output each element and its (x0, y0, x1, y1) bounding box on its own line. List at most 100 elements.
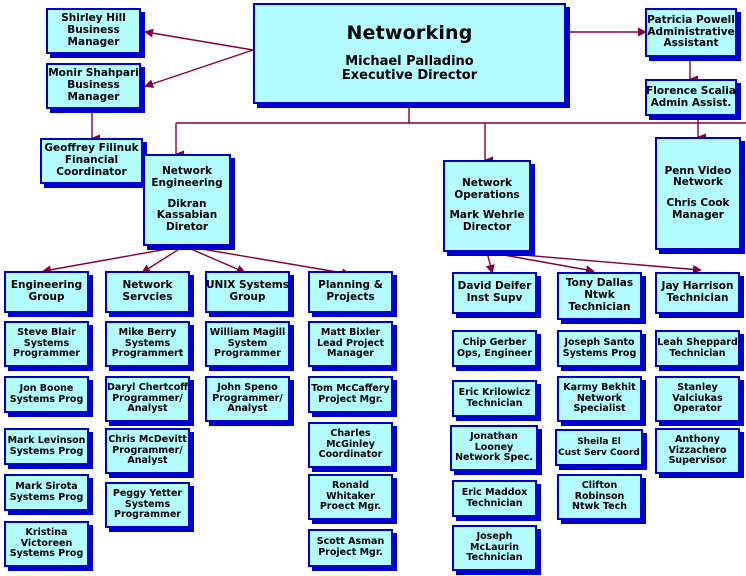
person-role-line1: Cust Serv Coord (558, 447, 640, 458)
node-network-operations[interactable]: Network Operations Mark Wehrle Director (443, 160, 531, 252)
person-name: Leah Sheppard (657, 336, 738, 348)
node-staff[interactable]: Mark Levinson Systems Prog (4, 428, 89, 465)
node-staff[interactable]: Mark Sirota Systems Prog (4, 474, 89, 511)
person-name: Jon Boone (19, 382, 74, 394)
node-monir-shahpari[interactable]: Monir Shahpari Business Manager (46, 63, 141, 109)
person-name: Eric Krilowicz (458, 386, 531, 398)
root-name: Michael Palladino (345, 53, 474, 69)
node-geoffrey-filinuk[interactable]: Geoffrey Filinuk Financial Coordinator (40, 138, 143, 184)
node-staff[interactable]: Kristina Victoreen Systems Prog (4, 521, 89, 567)
node-tony-dallas[interactable]: Tony Dallas Ntwk Technician (557, 272, 642, 320)
person-role-line2: Analyst (227, 403, 268, 415)
person-role-line2: Analyst (127, 455, 168, 467)
node-staff[interactable]: Stanley Valciukas Operator (655, 376, 740, 422)
root-role: Executive Director (341, 68, 478, 84)
person-role-line2: Manager (327, 348, 374, 360)
person-role-line1: Operator (673, 403, 722, 415)
node-david-deifer[interactable]: David Deifer Inst Supv (452, 272, 537, 314)
node-staff[interactable]: Mike Berry Systems Programmert (105, 321, 190, 367)
division-title-line2: Operations (454, 188, 520, 201)
node-staff[interactable]: Joseph McLaurin Technician (452, 525, 537, 571)
person-role-line1: Coordinator (318, 449, 383, 461)
node-staff[interactable]: Tom McCaffery Project Mgr. (308, 376, 393, 413)
person-role-line1: Admin Assist. (650, 96, 732, 109)
person-role-line2: Assistant (663, 37, 719, 50)
person-role-line2: Analyst (127, 403, 168, 415)
node-staff[interactable]: Clifton Robinson Ntwk Tech (557, 474, 642, 520)
node-jay-harrison[interactable]: Jay Harrison Technician (655, 272, 740, 314)
node-staff[interactable]: Jonathan Looney Network Spec. (450, 425, 538, 471)
person-role-line1: Systems Prog (562, 347, 637, 359)
division-lead-role: Director (462, 221, 512, 234)
person-role-line2: Coordinator (56, 165, 127, 178)
node-staff[interactable]: Eric Maddox Technician (452, 480, 537, 517)
person-role-line2: Specialist (573, 403, 626, 415)
group-label-line2: Projects (326, 291, 375, 303)
node-staff[interactable]: Anthony Vizzachero Supervisor (655, 428, 740, 474)
person-name: Tom McCaffery (311, 382, 390, 394)
person-name: Sheila El (577, 437, 621, 448)
division-lead-name: Chris Cook (666, 196, 730, 209)
node-staff[interactable]: Joseph Santo Systems Prog (557, 330, 642, 367)
node-group-network-servcies[interactable]: Network Servcies (105, 271, 190, 313)
group-label-line2: Group (28, 291, 65, 303)
node-staff[interactable]: Daryl Chertcoff Programmer/ Analyst (105, 376, 190, 422)
node-network-engineering[interactable]: Network Engineering Dikran Kassabian Dir… (143, 154, 231, 246)
person-name: Joseph Santo (564, 336, 635, 348)
person-role-line1: Technician (669, 347, 726, 359)
node-staff[interactable]: Charles McGinley Coordinator (308, 422, 393, 468)
person-role-line2: Manager (67, 35, 120, 48)
division-lead-role: Manager (672, 208, 724, 221)
division-title-line2: Network (672, 176, 723, 189)
group-label-line2: Servcies (122, 291, 173, 303)
person-role-line2: Programmer (114, 509, 181, 521)
person-name: Mark Sirota (15, 480, 78, 492)
root-title: Networking (346, 22, 473, 45)
node-shirley-hill[interactable]: Shirley Hill Business Manager (46, 8, 141, 54)
person-role-line1: Project Mgr. (318, 547, 383, 558)
person-role-line2: Programmer (214, 348, 281, 360)
node-staff[interactable]: Karmy Bekhit Network Specialist (557, 376, 642, 422)
division-lead-role: Diretor (165, 221, 209, 234)
division-title-line2: Engineering (151, 176, 223, 189)
node-group-planning-projects[interactable]: Planning & Projects (308, 271, 393, 313)
person-name: Mark Levinson (7, 434, 86, 446)
person-name: Patricia Powell (647, 13, 735, 26)
person-role-line1: Supervisor (668, 455, 727, 467)
node-staff[interactable]: Eric Krilowicz Technician (452, 380, 537, 417)
node-staff[interactable]: Chip Gerber Ops, Engineer (452, 330, 537, 367)
node-staff[interactable]: John Speno Programmer/ Analyst (205, 376, 290, 422)
node-group-unix-systems-group[interactable]: UNIX Systems Group (205, 271, 290, 313)
node-staff[interactable]: Leah Sheppard Technician (655, 330, 740, 367)
person-role-line1: Systems Prog (9, 491, 84, 503)
node-patricia-powell[interactable]: Patricia Powell Administrative Assistant (645, 8, 737, 57)
node-staff[interactable]: William Magill System Programmer (205, 321, 290, 367)
node-group-engineering-group[interactable]: Engineering Group (4, 271, 89, 313)
person-role-line1: Ntwk Tech (572, 501, 627, 513)
node-staff[interactable]: Ronald Whitaker Proect Mgr. (308, 474, 393, 520)
person-role-line1: Systems Prog (9, 548, 84, 560)
node-staff[interactable]: Chris McDevitt Programmer/ Analyst (105, 428, 190, 474)
node-staff[interactable]: Jon Boone Systems Prog (4, 376, 89, 413)
group-label-line2: Group (229, 291, 266, 303)
node-staff[interactable]: Steve Blair Systems Programmer (4, 321, 89, 367)
node-root-networking[interactable]: Networking Michael Palladino Executive D… (253, 3, 566, 104)
person-role-line1: Project Mgr. (318, 393, 383, 405)
person-role-line2: Technician (568, 300, 631, 313)
person-role-line1: Systems Prog (9, 445, 84, 457)
person-role-line1: Proect Mgr. (319, 501, 382, 513)
node-penn-video-network[interactable]: Penn Video Network Chris Cook Manager (655, 137, 741, 250)
node-staff[interactable]: Peggy Yetter Systems Programmer (105, 482, 190, 528)
person-role-line1: Technician (666, 292, 729, 304)
org-chart: Networking Michael Palladino Executive D… (0, 0, 746, 576)
person-role-line1: Ops, Engineer (456, 347, 533, 359)
person-name: Chip Gerber (462, 336, 527, 348)
node-florence-scalia[interactable]: Florence Scalia Admin Assist. (645, 79, 737, 116)
person-role-line1: Systems Prog (9, 393, 84, 405)
node-staff[interactable]: Scott Asman Project Mgr. (308, 529, 393, 567)
person-role-line1: Technician (466, 497, 523, 509)
person-name: Florence Scalia (646, 84, 736, 97)
person-role-line2: Programmert (111, 348, 184, 360)
node-staff[interactable]: Matt Bixler Lead Project Manager (308, 321, 393, 367)
node-staff[interactable]: Sheila El Cust Serv Coord (555, 429, 643, 466)
